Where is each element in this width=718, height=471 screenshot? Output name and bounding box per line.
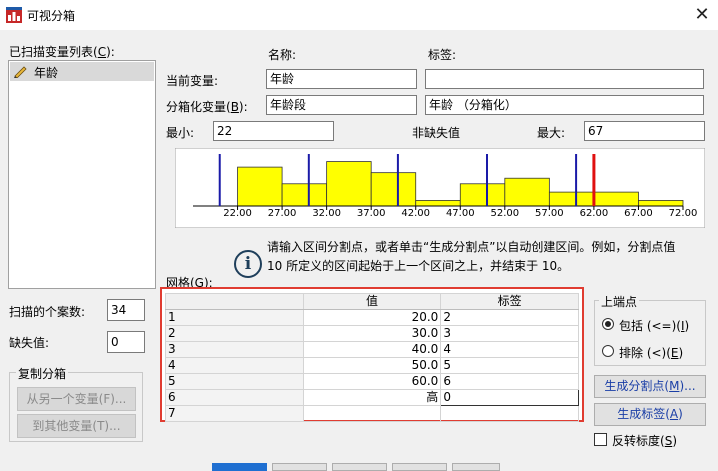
reverse-scale-label[interactable]: 反转标度(S)	[612, 432, 677, 449]
cancel-button[interactable]	[392, 463, 447, 471]
x-tick-label: 22.00	[223, 208, 252, 219]
exclude-radio-label[interactable]: 排除 (<)(E)	[619, 344, 683, 361]
app-icon	[6, 7, 22, 23]
table-row[interactable]: 6高0	[165, 389, 579, 406]
window-title: 可视分箱	[27, 9, 76, 23]
scan-cases-label: 扫描的个案数:	[9, 305, 86, 319]
x-tick-label: 27.00	[268, 208, 297, 219]
copy-bins-title: 复制分箱	[16, 365, 69, 382]
binned-variable-label: 分箱化变量(B):	[166, 100, 248, 114]
grid-edit-cell[interactable]: 0	[440, 389, 579, 406]
table-row[interactable]: 1 20.0 2	[165, 309, 579, 326]
current-variable-name-field[interactable]: 年龄	[266, 69, 417, 89]
table-row[interactable]: 4 50.0 5	[165, 357, 579, 374]
histogram-bar	[237, 166, 283, 207]
missing-value: 0	[107, 331, 145, 353]
max-value: 67	[584, 121, 705, 141]
histogram-bar	[281, 183, 328, 207]
histogram-bar	[504, 177, 550, 207]
binned-variable-tag-field[interactable]: 年龄 （分箱化）	[425, 95, 704, 115]
table-row[interactable]: 3 40.0 4	[165, 341, 579, 358]
x-tick-label: 57.00	[535, 208, 564, 219]
histogram-chart[interactable]: 22.00 27.00 32.00 37.00 42.00 47.00 52.00 57.00…	[175, 148, 705, 228]
info-text-line2: 10 所定义的区间起始于上一个区间之上，并结束于 10。	[267, 259, 570, 273]
x-tick-label: 72.00	[669, 208, 698, 219]
missing-label: 缺失值:	[9, 336, 50, 350]
upper-endpoint-title: 上端点	[599, 293, 640, 310]
x-tick-label: 52.00	[490, 208, 519, 219]
x-tick-label: 62.00	[580, 208, 609, 219]
exclude-radio[interactable]	[602, 345, 614, 357]
close-icon[interactable]: ✕	[688, 1, 716, 29]
grid-col-value: 值	[302, 293, 442, 310]
current-variable-tag-field[interactable]	[425, 69, 704, 89]
x-tick-label: 32.00	[312, 208, 341, 219]
binned-variable-name-field[interactable]: 年龄段	[266, 95, 417, 115]
histogram-bar	[548, 191, 595, 207]
ok-button[interactable]	[212, 463, 267, 471]
list-item[interactable]: 年龄	[10, 62, 154, 81]
info-text-line1: 请输入区间分割点，或者单击“生成分割点”以自动创建区间。例如，分割点值	[267, 240, 676, 254]
max-label: 最大:	[537, 126, 566, 140]
x-tick-label: 67.00	[624, 208, 653, 219]
scan-cases-value: 34	[107, 299, 145, 321]
grid-col-label: 标签	[440, 293, 579, 310]
x-tick-label: 37.00	[357, 208, 386, 219]
cutpoint-grid[interactable]: 值 标签 1 20.0 2 2 30.0 3 3 40.0 4 4 50.0 5 5 60.0 6 …	[160, 287, 584, 422]
nonmissing-label: 非缺失值	[412, 126, 461, 140]
reset-button[interactable]	[332, 463, 387, 471]
make-cutpoints-button[interactable]: 生成分割点(M)...	[594, 375, 706, 398]
make-labels-button[interactable]: 生成标签(A)	[594, 403, 706, 426]
min-value: 22	[213, 121, 334, 141]
table-row[interactable]: 2 30.0 3	[165, 325, 579, 342]
copy-from-other-button[interactable]: 从另一个变量(F)...	[17, 387, 136, 411]
pencil-ruler-icon	[14, 66, 27, 78]
tag-header: 标签:	[428, 48, 457, 62]
include-radio[interactable]	[602, 318, 614, 330]
histogram-bar	[370, 172, 417, 207]
histogram-bar	[459, 183, 506, 207]
histogram-bar	[326, 161, 372, 207]
histogram-bar	[638, 200, 684, 207]
title-bar	[0, 0, 718, 30]
scanned-variable-list[interactable]: 年龄	[8, 60, 156, 289]
table-row[interactable]: 5 60.0 6	[165, 373, 579, 390]
x-tick-label: 47.00	[446, 208, 475, 219]
table-row[interactable]: 7	[165, 405, 579, 422]
name-header: 名称:	[268, 48, 297, 62]
current-variable-label: 当前变量:	[166, 74, 219, 88]
histogram-bar	[415, 200, 461, 207]
paste-button[interactable]	[272, 463, 327, 471]
min-label: 最小:	[166, 126, 195, 140]
histogram-bar	[593, 191, 639, 207]
include-radio-label[interactable]: 包括 (<=)(I)	[619, 317, 689, 334]
info-icon: i	[234, 250, 262, 278]
copy-to-other-button[interactable]: 到其他变量(T)...	[17, 414, 136, 438]
x-tick-label: 42.00	[401, 208, 430, 219]
reverse-scale-checkbox[interactable]	[594, 433, 607, 446]
scanned-list-label: 已扫描变量列表(C):	[9, 45, 115, 59]
help-button[interactable]	[452, 463, 500, 471]
